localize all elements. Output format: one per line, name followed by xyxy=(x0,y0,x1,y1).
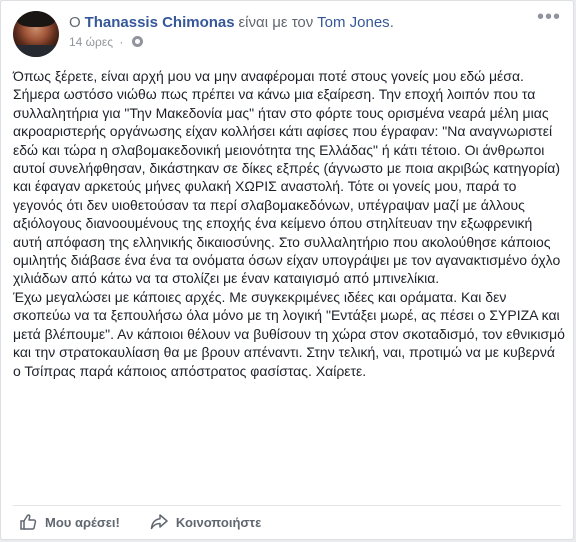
post-paragraph-2: Έχω μεγαλώσει με κάποιες αρχές. Με συγκε… xyxy=(13,288,565,379)
post-body: Όπως ξέρετε, είναι αρχή μου να μην αναφέ… xyxy=(13,67,565,380)
post-meta: 14 ώρες · xyxy=(69,35,143,49)
author-prefix: Ο xyxy=(69,14,81,31)
tagged-suffix: . xyxy=(389,14,394,31)
author-avatar[interactable] xyxy=(13,11,59,57)
share-arrow-icon xyxy=(150,514,168,530)
with-text: είναι με τον xyxy=(238,14,314,31)
share-label: Κοινοποιήστε xyxy=(175,514,262,530)
post-header: Ο Thanassis Chimonas είναι με τον Tom Jo… xyxy=(69,14,394,31)
post-actions: Μου αρέσει! Κοινοποιήστε xyxy=(19,513,261,531)
post-timestamp[interactable]: 14 ώρες xyxy=(69,35,113,49)
share-button[interactable]: Κοινοποιήστε xyxy=(150,513,261,531)
tagged-user-link[interactable]: Tom Jones xyxy=(317,14,390,31)
thumbs-up-icon xyxy=(20,514,37,530)
like-label: Μου αρέσει! xyxy=(45,514,120,530)
actions-divider xyxy=(13,505,561,506)
like-button[interactable]: Μου αρέσει! xyxy=(19,513,120,531)
post-card: Ο Thanassis Chimonas είναι με τον Tom Jo… xyxy=(0,0,574,540)
globe-icon[interactable] xyxy=(131,36,143,47)
post-paragraph-1: Όπως ξέρετε, είναι αρχή μου να μην αναφέ… xyxy=(13,68,561,287)
author-name-link[interactable]: Thanassis Chimonas xyxy=(85,14,235,31)
more-options-icon[interactable]: ••• xyxy=(537,7,561,27)
meta-separator: · xyxy=(119,35,124,49)
